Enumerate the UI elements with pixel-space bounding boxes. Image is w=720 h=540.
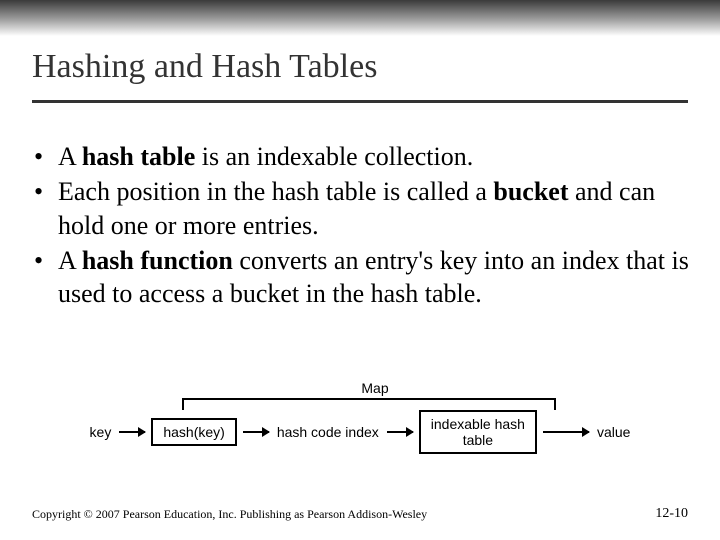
page-number: 12-10 [655, 506, 688, 522]
bullet-bold: bucket [493, 177, 568, 206]
bullet-bold: hash function [82, 246, 233, 275]
bullet-list: A hash table is an indexable collection.… [30, 140, 690, 310]
diagram-value-label: value [595, 424, 632, 440]
diagram-container: Map key hash(key) hash code index indexa… [0, 380, 720, 454]
bullet-text: A [58, 142, 82, 171]
diagram-brace [182, 398, 556, 410]
bullet-text: is an indexable collection. [195, 142, 473, 171]
bullet-text: Each position in the hash table is calle… [58, 177, 493, 206]
arrow-icon [119, 431, 145, 433]
bullet-item: A hash function converts an entry's key … [30, 244, 690, 311]
header-gradient [0, 0, 720, 36]
diagram-table-box: indexable hash table [419, 410, 537, 454]
slide: Hashing and Hash Tables A hash table is … [0, 0, 720, 540]
bullet-item: A hash table is an indexable collection. [30, 140, 690, 173]
diagram-key-label: key [88, 424, 114, 440]
slide-title: Hashing and Hash Tables [32, 48, 377, 86]
bullet-text: A [58, 246, 82, 275]
copyright-text: Copyright © 2007 Pearson Education, Inc.… [32, 507, 427, 522]
diagram-edge-label: hash code index [275, 424, 381, 440]
diagram-row: key hash(key) hash code index indexable … [88, 410, 633, 454]
diagram-hash-box: hash(key) [151, 418, 236, 446]
title-underline [32, 100, 688, 103]
arrow-icon [243, 431, 269, 433]
hash-diagram: Map key hash(key) hash code index indexa… [88, 380, 633, 454]
arrow-icon [387, 431, 413, 433]
arrow-icon [543, 431, 589, 433]
bullet-bold: hash table [82, 142, 195, 171]
bullet-item: Each position in the hash table is calle… [30, 175, 690, 242]
slide-body: A hash table is an indexable collection.… [30, 140, 690, 312]
diagram-caption: Map [118, 380, 633, 396]
